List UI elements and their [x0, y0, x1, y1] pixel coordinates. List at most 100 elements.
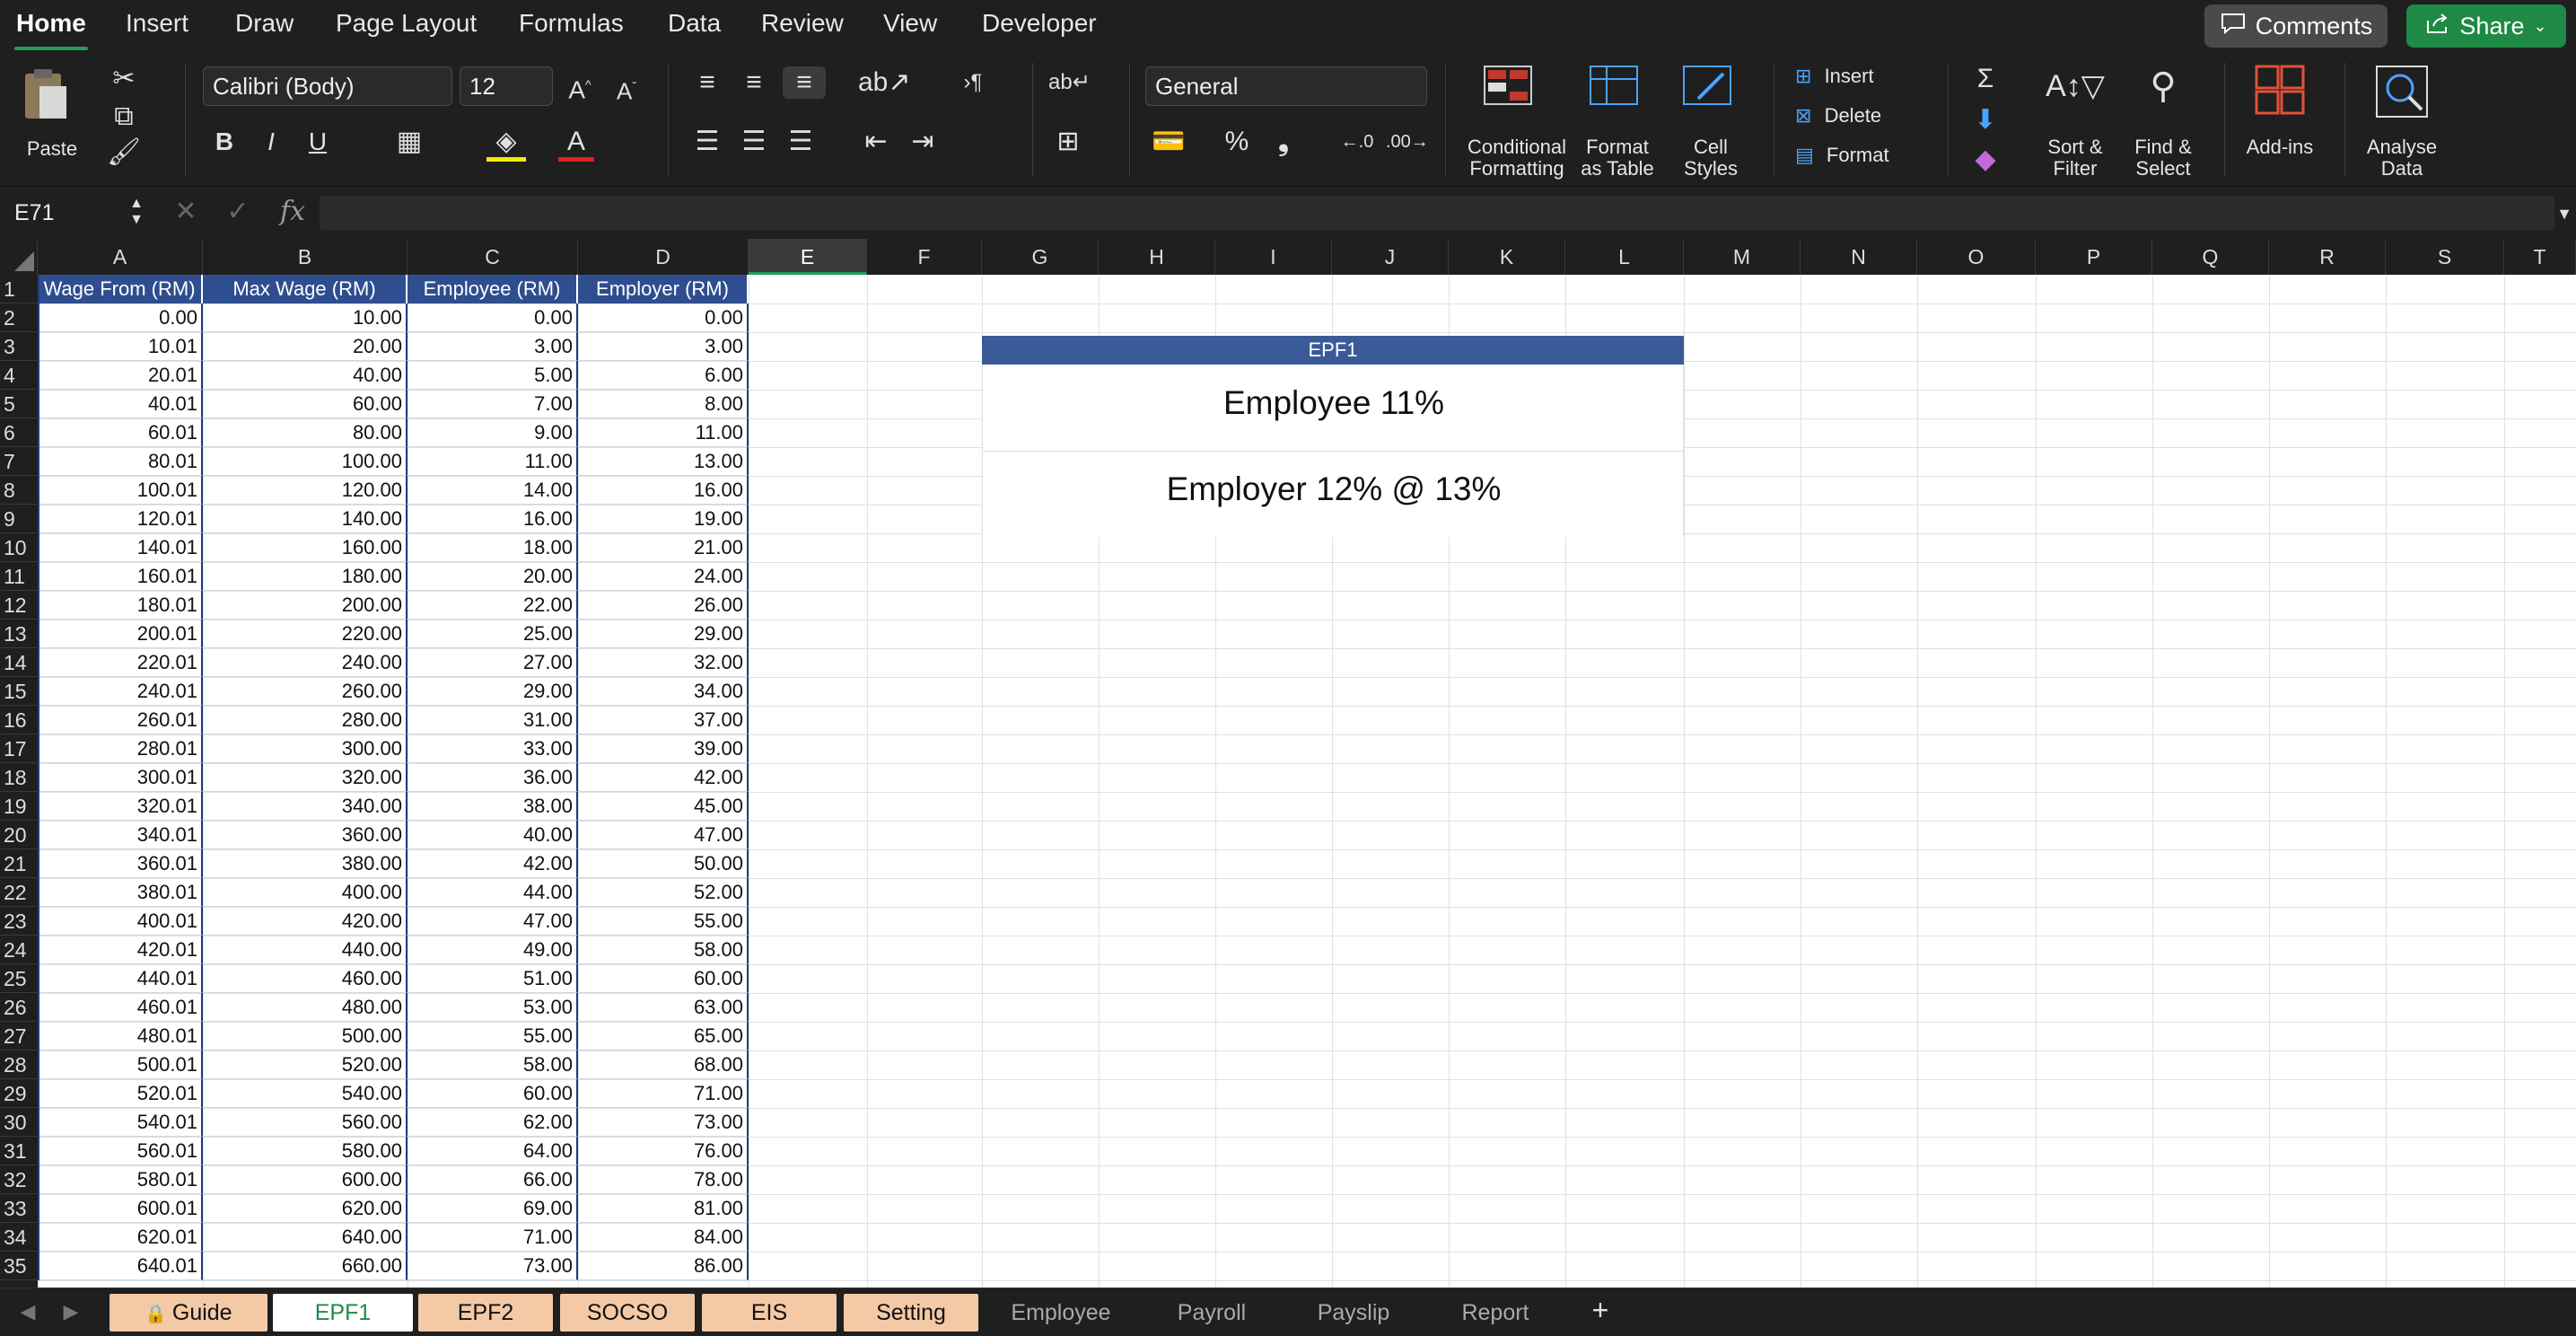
table-cell[interactable]: 340.00	[203, 792, 407, 821]
table-cell[interactable]: 300.01	[38, 763, 203, 792]
table-cell[interactable]: 47.00	[578, 821, 749, 849]
menu-tab-review[interactable]: Review	[761, 9, 844, 38]
merge-center-icon[interactable]: ⊞	[1048, 126, 1088, 158]
table-cell[interactable]: 84.00	[578, 1223, 749, 1252]
table-cell[interactable]: 62.00	[407, 1108, 578, 1137]
align-middle-icon[interactable]: ≡	[736, 66, 772, 99]
table-cell[interactable]: 0.00	[407, 303, 578, 332]
table-cell[interactable]: 620.01	[38, 1223, 203, 1252]
table-cell[interactable]: 80.00	[203, 418, 407, 447]
table-cell[interactable]: 580.01	[38, 1165, 203, 1194]
table-cell[interactable]: 380.01	[38, 878, 203, 907]
table-cell[interactable]: 20.00	[407, 562, 578, 591]
row-header[interactable]: 29	[0, 1079, 38, 1108]
table-cell[interactable]: 38.00	[407, 792, 578, 821]
row-header[interactable]: 8	[0, 476, 38, 505]
table-cell[interactable]: 55.00	[407, 1022, 578, 1050]
bold-button[interactable]: B	[208, 126, 241, 158]
copy-icon[interactable]: ⧉	[106, 101, 142, 133]
table-cell[interactable]: 24.00	[578, 562, 749, 591]
table-cell[interactable]: 100.01	[38, 476, 203, 505]
column-header-p[interactable]: P	[2036, 239, 2152, 275]
table-cell[interactable]: 3.00	[407, 332, 578, 361]
table-cell[interactable]: 60.00	[203, 390, 407, 418]
table-header-cell[interactable]: Wage From (RM)	[38, 275, 203, 303]
align-left-icon[interactable]: ☰	[689, 126, 725, 158]
column-header-r[interactable]: R	[2269, 239, 2386, 275]
table-cell[interactable]: 58.00	[578, 936, 749, 964]
analyse-data-button[interactable]: Analyse Data	[2357, 63, 2447, 180]
column-header-j[interactable]: J	[1332, 239, 1449, 275]
table-cell[interactable]: 620.00	[203, 1194, 407, 1223]
italic-button[interactable]: I	[255, 126, 287, 158]
row-header[interactable]: 34	[0, 1223, 38, 1252]
column-header-f[interactable]: F	[867, 239, 982, 275]
table-cell[interactable]: 16.00	[407, 505, 578, 533]
sheet-tab-guide[interactable]: 🔒 Guide	[110, 1294, 267, 1332]
column-header-s[interactable]: S	[2386, 239, 2504, 275]
table-cell[interactable]: 580.00	[203, 1137, 407, 1165]
row-header[interactable]: 32	[0, 1165, 38, 1194]
menu-tab-home[interactable]: Home	[16, 9, 86, 38]
table-cell[interactable]: 11.00	[407, 447, 578, 476]
table-cell[interactable]: 5.00	[407, 361, 578, 390]
table-cell[interactable]: 540.01	[38, 1108, 203, 1137]
table-cell[interactable]: 20.00	[203, 332, 407, 361]
table-cell[interactable]: 540.00	[203, 1079, 407, 1108]
sheet-tab-epf2[interactable]: EPF2	[418, 1294, 553, 1332]
table-cell[interactable]: 420.01	[38, 936, 203, 964]
table-cell[interactable]: 100.00	[203, 447, 407, 476]
table-header-cell[interactable]: Employer (RM)	[578, 275, 749, 303]
table-cell[interactable]: 560.00	[203, 1108, 407, 1137]
table-cell[interactable]: 44.00	[407, 878, 578, 907]
table-cell[interactable]: 120.01	[38, 505, 203, 533]
row-header[interactable]: 13	[0, 620, 38, 648]
table-cell[interactable]: 39.00	[578, 734, 749, 763]
sheet-tab-payslip[interactable]: Payslip	[1284, 1294, 1424, 1332]
table-cell[interactable]: 64.00	[407, 1137, 578, 1165]
table-cell[interactable]: 18.00	[407, 533, 578, 562]
select-all-corner[interactable]	[0, 239, 38, 275]
table-cell[interactable]: 65.00	[578, 1022, 749, 1050]
menu-tab-data[interactable]: Data	[668, 9, 721, 38]
table-cell[interactable]: 33.00	[407, 734, 578, 763]
conditional-formatting-button[interactable]: Conditional Formatting	[1463, 63, 1571, 180]
sheet-tab-payroll[interactable]: Payroll	[1142, 1294, 1282, 1332]
table-cell[interactable]: 10.01	[38, 332, 203, 361]
table-cell[interactable]: 260.01	[38, 706, 203, 734]
comments-button[interactable]: Comments	[2204, 4, 2388, 48]
column-header-n[interactable]: N	[1801, 239, 1917, 275]
table-cell[interactable]: 0.00	[38, 303, 203, 332]
align-center-icon[interactable]: ☰	[736, 126, 772, 158]
increase-indent-icon[interactable]: ⇥	[905, 126, 941, 158]
sheet-tab-socso[interactable]: SOCSO	[560, 1294, 695, 1332]
table-cell[interactable]: 20.01	[38, 361, 203, 390]
column-header-c[interactable]: C	[407, 239, 578, 275]
formula-input[interactable]	[320, 196, 2554, 230]
table-cell[interactable]: 66.00	[407, 1165, 578, 1194]
row-header[interactable]: 11	[0, 562, 38, 591]
table-cell[interactable]: 380.00	[203, 849, 407, 878]
table-cell[interactable]: 73.00	[407, 1252, 578, 1280]
row-header[interactable]: 16	[0, 706, 38, 734]
table-cell[interactable]: 69.00	[407, 1194, 578, 1223]
menu-tab-view[interactable]: View	[883, 9, 937, 38]
table-cell[interactable]: 140.00	[203, 505, 407, 533]
table-cell[interactable]: 140.01	[38, 533, 203, 562]
table-cell[interactable]: 80.01	[38, 447, 203, 476]
row-header[interactable]: 30	[0, 1108, 38, 1137]
table-cell[interactable]: 26.00	[578, 591, 749, 620]
row-header[interactable]	[0, 1280, 38, 1288]
table-cell[interactable]: 31.00	[407, 706, 578, 734]
table-cell[interactable]: 460.00	[203, 964, 407, 993]
row-header[interactable]: 2	[0, 303, 38, 332]
table-cell[interactable]: 200.01	[38, 620, 203, 648]
enter-icon[interactable]: ✓	[223, 196, 253, 228]
table-cell[interactable]: 260.00	[203, 677, 407, 706]
expand-formula-icon[interactable]: ▼	[2554, 198, 2574, 230]
table-cell[interactable]: 520.00	[203, 1050, 407, 1079]
table-cell[interactable]: 460.01	[38, 993, 203, 1022]
table-cell[interactable]: 21.00	[578, 533, 749, 562]
table-cell[interactable]: 40.00	[407, 821, 578, 849]
table-cell[interactable]: 11.00	[578, 418, 749, 447]
